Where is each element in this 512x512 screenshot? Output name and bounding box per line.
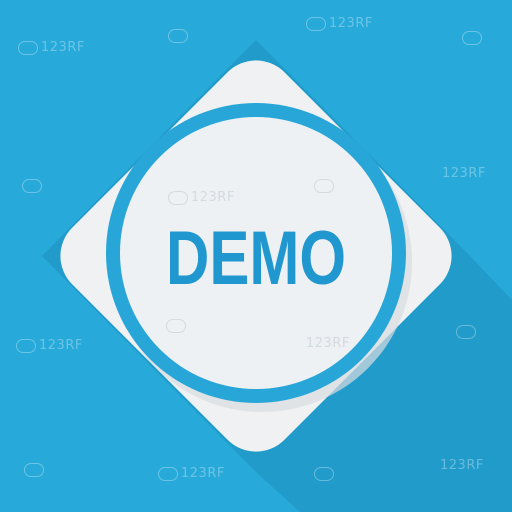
watermark: 123RF — [440, 458, 484, 473]
watermark-logo-icon — [16, 338, 36, 353]
watermark: 123RF — [16, 338, 83, 353]
watermark-logo-icon — [18, 40, 38, 55]
watermark-logo-icon — [166, 318, 186, 333]
watermark-logo-icon — [168, 28, 188, 43]
demo-icon-canvas: DEMO 123RF 123RF 123RF 123RF 123RF 123RF… — [0, 0, 512, 512]
watermark-logo-icon — [158, 466, 178, 481]
watermark-logo-icon — [306, 16, 326, 31]
watermark: 123RF — [306, 336, 350, 351]
demo-label: DEMO — [166, 216, 346, 301]
watermark: 123RF — [168, 190, 235, 205]
watermark — [314, 466, 337, 481]
watermark — [166, 318, 189, 333]
watermark-logo-icon — [24, 462, 44, 477]
watermark-logo-icon — [168, 190, 188, 205]
watermark — [456, 324, 479, 339]
watermark: 123RF — [18, 40, 85, 55]
watermark: 123RF — [442, 166, 486, 181]
watermark: 123RF — [306, 16, 373, 31]
watermark-logo-icon — [462, 30, 482, 45]
watermark-logo-icon — [314, 178, 334, 193]
watermark: 123RF — [158, 466, 225, 481]
watermark — [24, 462, 47, 477]
watermark — [314, 178, 337, 193]
demo-badge-illustration: DEMO — [42, 40, 512, 512]
watermark-logo-icon — [314, 466, 334, 481]
watermark — [22, 178, 45, 193]
watermark-logo-icon — [22, 178, 42, 193]
watermark-logo-icon — [456, 324, 476, 339]
watermark — [462, 30, 485, 45]
watermark — [168, 28, 191, 43]
